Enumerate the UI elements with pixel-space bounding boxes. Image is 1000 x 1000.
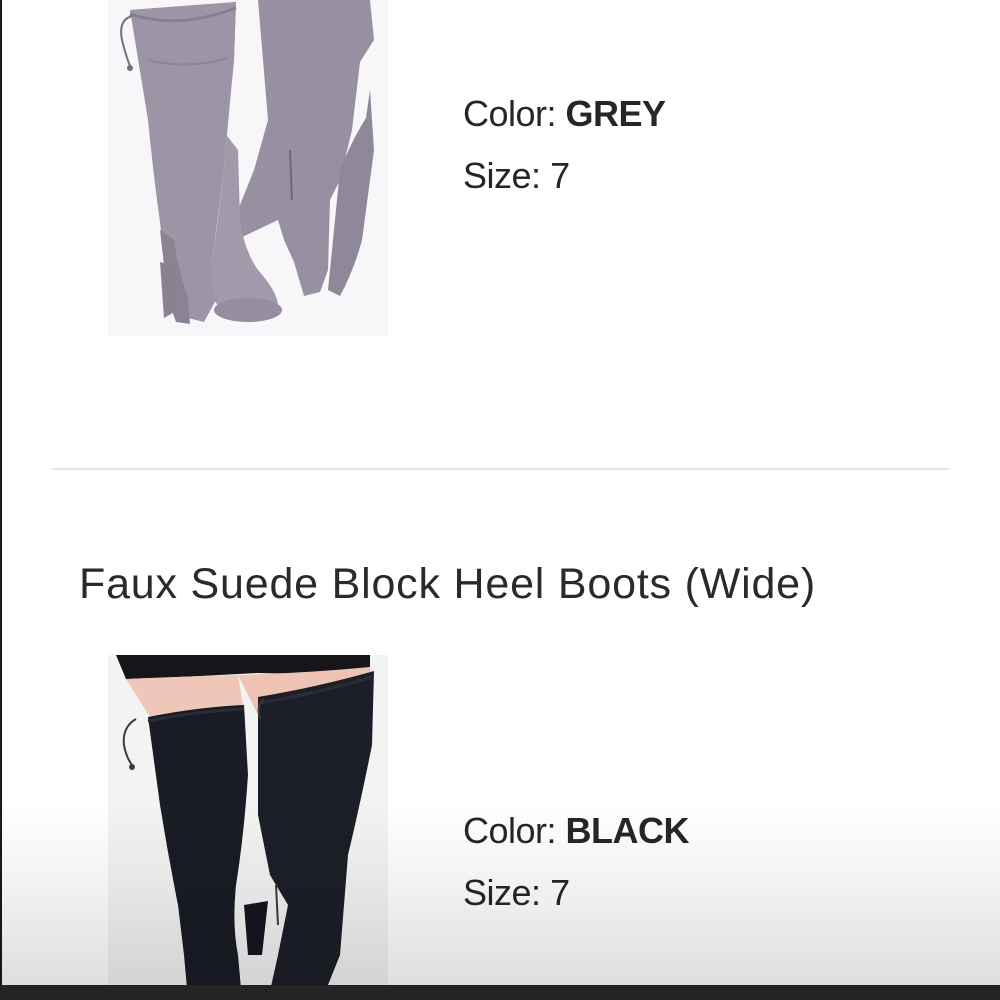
black-item-attributes: Color: BLACK Size: 7 (463, 810, 690, 937)
item-divider (52, 468, 949, 470)
color-value: BLACK (565, 810, 690, 851)
size-label: Size: (463, 872, 541, 913)
grey-boots-illustration (120, 0, 374, 324)
color-label: Color: (463, 810, 557, 851)
black-boots-image[interactable] (108, 655, 388, 1000)
color-row: Color: BLACK (463, 810, 690, 875)
grey-item-attributes: Color: GREY Size: 7 (463, 96, 666, 220)
size-value: 7 (550, 872, 570, 913)
product-title[interactable]: Faux Suede Block Heel Boots (Wide) (79, 559, 816, 609)
color-value: GREY (565, 93, 667, 134)
size-value: 7 (550, 155, 570, 196)
size-label: Size: (463, 155, 541, 196)
black-boots-illustration (116, 655, 374, 1000)
size-row: Size: 7 (463, 875, 689, 937)
order-items-page: Color: GREY Size: 7 Faux Suede Block Hee… (0, 0, 1000, 1000)
color-row: Color: GREY (463, 96, 666, 158)
grey-boots-image[interactable] (108, 0, 388, 336)
bottom-bar (0, 985, 1000, 1000)
size-row: Size: 7 (463, 158, 666, 220)
color-label: Color: (463, 93, 557, 134)
left-border (0, 0, 2, 1000)
